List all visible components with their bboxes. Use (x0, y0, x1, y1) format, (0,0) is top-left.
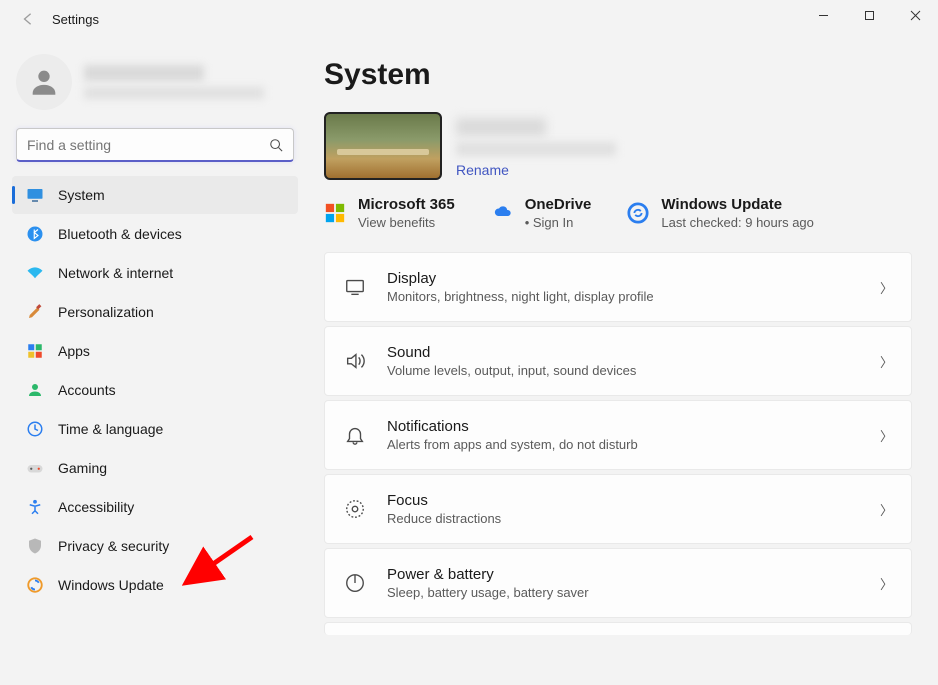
setting-power-battery[interactable]: Power & battery Sleep, battery usage, ba… (324, 548, 912, 618)
sidebar-item-time-language[interactable]: Time & language (12, 410, 298, 448)
status-sub: Last checked: 9 hours ago (661, 215, 814, 230)
setting-sub: Volume levels, output, input, sound devi… (387, 363, 860, 378)
status-label: Windows Update (661, 196, 814, 213)
clock-globe-icon (26, 420, 44, 438)
sidebar-item-label: Personalization (58, 304, 154, 320)
device-block: Rename (324, 112, 912, 180)
bell-icon (343, 423, 367, 447)
setting-title: Focus (387, 492, 860, 509)
sidebar-item-label: Windows Update (58, 577, 164, 593)
status-onedrive[interactable]: OneDrive • Sign In (491, 196, 592, 230)
chevron-right-icon: 〉 (880, 352, 893, 371)
sidebar-item-label: Accounts (58, 382, 116, 398)
setting-title: Power & battery (387, 566, 860, 583)
chevron-right-icon: 〉 (880, 500, 893, 519)
sidebar-item-windows-update[interactable]: Windows Update (12, 566, 298, 604)
setting-title: Display (387, 270, 860, 287)
status-row: Microsoft 365 View benefits OneDrive • S… (324, 196, 912, 230)
chevron-right-icon: 〉 (880, 426, 893, 445)
profile-text (84, 65, 264, 99)
minimize-button[interactable] (800, 0, 846, 30)
sidebar-item-label: System (58, 187, 105, 203)
profile-name (84, 65, 204, 81)
windows-update-status-icon (627, 202, 649, 224)
sidebar-item-label: Time & language (58, 421, 163, 437)
search-icon (269, 138, 283, 152)
sidebar-item-privacy-security[interactable]: Privacy & security (12, 527, 298, 565)
search-box[interactable] (16, 128, 294, 162)
setting-sub: Sleep, battery usage, battery saver (387, 585, 860, 600)
setting-notifications[interactable]: Notifications Alerts from apps and syste… (324, 400, 912, 470)
wifi-icon (26, 264, 44, 282)
accessibility-icon (26, 498, 44, 516)
rename-link[interactable]: Rename (456, 162, 509, 178)
power-icon (343, 571, 367, 595)
sidebar-item-personalization[interactable]: Personalization (12, 293, 298, 331)
setting-sound[interactable]: Sound Volume levels, output, input, soun… (324, 326, 912, 396)
status-label: OneDrive (525, 196, 592, 213)
apps-icon (26, 342, 44, 360)
back-button[interactable] (18, 9, 38, 29)
sidebar-item-label: Accessibility (58, 499, 134, 515)
status-windows-update[interactable]: Windows Update Last checked: 9 hours ago (627, 196, 814, 230)
display-icon (343, 275, 367, 299)
setting-next-partial[interactable] (324, 622, 912, 635)
desktop-wallpaper-thumb[interactable] (324, 112, 442, 180)
avatar (16, 54, 72, 110)
sidebar-item-accessibility[interactable]: Accessibility (12, 488, 298, 526)
device-info: Rename (456, 118, 616, 180)
status-sub: • Sign In (525, 215, 592, 230)
status-label: Microsoft 365 (358, 196, 455, 213)
microsoft-365-icon (324, 202, 346, 224)
sidebar-item-accounts[interactable]: Accounts (12, 371, 298, 409)
monitor-icon (26, 186, 44, 204)
setting-sub: Reduce distractions (387, 511, 860, 526)
sound-icon (343, 349, 367, 373)
search-input[interactable] (27, 129, 269, 160)
main-content: System Rename Microsoft 365 View benefit… (310, 38, 938, 685)
setting-focus[interactable]: Focus Reduce distractions 〉 (324, 474, 912, 544)
titlebar: Settings (0, 0, 938, 38)
profile-block[interactable] (12, 46, 298, 128)
settings-list: Display Monitors, brightness, night ligh… (324, 252, 912, 635)
sidebar-item-label: Privacy & security (58, 538, 169, 554)
window-controls (800, 0, 938, 30)
profile-email (84, 87, 264, 99)
app-title: Settings (52, 12, 99, 27)
sidebar-item-network[interactable]: Network & internet (12, 254, 298, 292)
setting-title: Notifications (387, 418, 860, 435)
sidebar-item-gaming[interactable]: Gaming (12, 449, 298, 487)
sidebar-item-bluetooth[interactable]: Bluetooth & devices (12, 215, 298, 253)
update-icon (26, 576, 44, 594)
paintbrush-icon (26, 303, 44, 321)
sidebar-item-label: Apps (58, 343, 90, 359)
status-microsoft-365[interactable]: Microsoft 365 View benefits (324, 196, 455, 230)
person-icon (26, 381, 44, 399)
shield-icon (26, 537, 44, 555)
sidebar-item-label: Network & internet (58, 265, 173, 281)
device-model (456, 142, 616, 156)
setting-sub: Alerts from apps and system, do not dist… (387, 437, 860, 452)
sidebar-item-apps[interactable]: Apps (12, 332, 298, 370)
device-name (456, 118, 546, 136)
close-button[interactable] (892, 0, 938, 30)
sidebar-item-label: Bluetooth & devices (58, 226, 182, 242)
focus-icon (343, 497, 367, 521)
sidebar-item-label: Gaming (58, 460, 107, 476)
chevron-right-icon: 〉 (880, 574, 893, 593)
gamepad-icon (26, 459, 44, 477)
bluetooth-icon (26, 225, 44, 243)
maximize-button[interactable] (846, 0, 892, 30)
setting-display[interactable]: Display Monitors, brightness, night ligh… (324, 252, 912, 322)
setting-title: Sound (387, 344, 860, 361)
sidebar-item-system[interactable]: System (12, 176, 298, 214)
status-sub: View benefits (358, 215, 455, 230)
sidebar: System Bluetooth & devices Network & int… (0, 38, 310, 685)
setting-sub: Monitors, brightness, night light, displ… (387, 289, 860, 304)
chevron-right-icon: 〉 (880, 278, 893, 297)
page-title: System (324, 58, 912, 92)
onedrive-icon (491, 202, 513, 224)
